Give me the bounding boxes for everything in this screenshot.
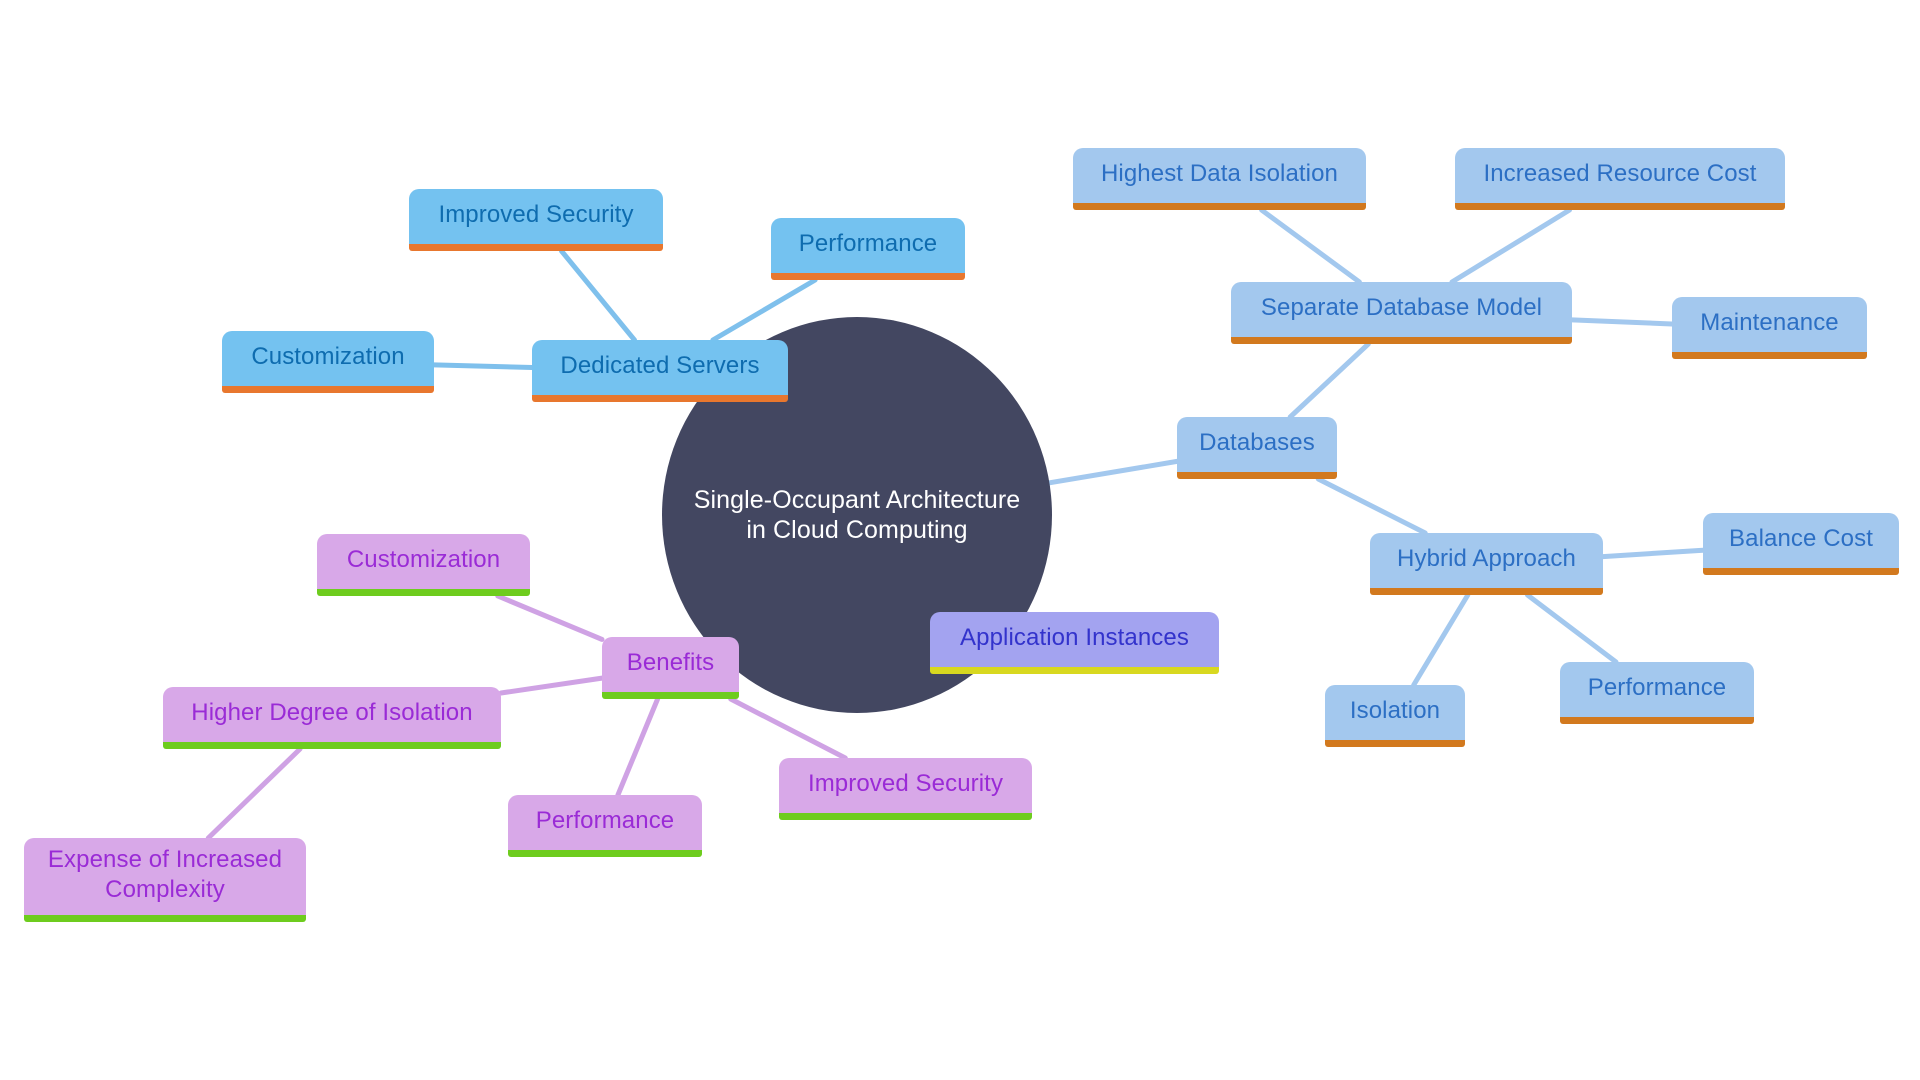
- node-label: Benefits: [626, 648, 715, 676]
- mindmap-node-maintenance[interactable]: Maintenance: [1672, 297, 1867, 359]
- node-label: Hybrid Approach: [1397, 544, 1576, 572]
- node-label: Improved Security: [807, 769, 1004, 797]
- mindmap-node-perf-b[interactable]: Performance: [771, 218, 965, 280]
- node-label: Maintenance: [1700, 308, 1839, 336]
- mindmap-node-high-deg[interactable]: Higher Degree of Isolation: [163, 687, 501, 749]
- mindmap-node-isolation[interactable]: Isolation: [1325, 685, 1465, 747]
- node-label: Increased Resource Cost: [1483, 159, 1757, 187]
- mindmap-node-imp-sec-p[interactable]: Improved Security: [779, 758, 1032, 820]
- mindmap-node-perf-p[interactable]: Performance: [508, 795, 702, 857]
- mindmap-node-benefits[interactable]: Benefits: [602, 637, 739, 699]
- node-label: Customization: [251, 342, 405, 370]
- node-label: Higher Degree of Isolation: [191, 698, 473, 726]
- node-label: Performance: [1587, 673, 1727, 701]
- mindmap-node-ded-servers[interactable]: Dedicated Servers: [532, 340, 788, 402]
- node-label: Application Instances: [960, 623, 1189, 651]
- mindmap-node-custom-p[interactable]: Customization: [317, 534, 530, 596]
- mindmap-node-databases[interactable]: Databases: [1177, 417, 1337, 479]
- node-label: Improved Security: [438, 200, 634, 228]
- node-label: Databases: [1199, 428, 1315, 456]
- mindmap-node-imp-sec-b[interactable]: Improved Security: [409, 189, 663, 251]
- node-label: Expense of Increased Complexity: [47, 846, 283, 903]
- node-label: Separate Database Model: [1260, 293, 1543, 321]
- mindmap-node-high-iso[interactable]: Highest Data Isolation: [1073, 148, 1366, 210]
- node-label: Customization: [346, 545, 501, 573]
- mindmap-node-app-inst[interactable]: Application Instances: [930, 612, 1219, 674]
- mindmap-node-expense[interactable]: Expense of Increased Complexity: [24, 838, 306, 922]
- mindmap-node-perf-r[interactable]: Performance: [1560, 662, 1754, 724]
- node-label: Performance: [535, 806, 675, 834]
- node-label: Balance Cost: [1729, 524, 1873, 552]
- node-label: Isolation: [1349, 696, 1441, 724]
- node-label: Highest Data Isolation: [1101, 159, 1338, 187]
- node-label: Performance: [798, 229, 938, 257]
- node-layer: Single-Occupant Architecture in Cloud Co…: [0, 0, 1920, 1080]
- node-label: Dedicated Servers: [560, 351, 760, 379]
- mindmap-node-bal-cost[interactable]: Balance Cost: [1703, 513, 1899, 575]
- mindmap-node-inc-cost[interactable]: Increased Resource Cost: [1455, 148, 1785, 210]
- mindmap-node-hybrid[interactable]: Hybrid Approach: [1370, 533, 1603, 595]
- mindmap-node-custom-b[interactable]: Customization: [222, 331, 434, 393]
- mindmap-node-sep-db[interactable]: Separate Database Model: [1231, 282, 1572, 344]
- node-label: Single-Occupant Architecture in Cloud Co…: [693, 485, 1021, 545]
- mindmap-canvas: Single-Occupant Architecture in Cloud Co…: [0, 0, 1920, 1080]
